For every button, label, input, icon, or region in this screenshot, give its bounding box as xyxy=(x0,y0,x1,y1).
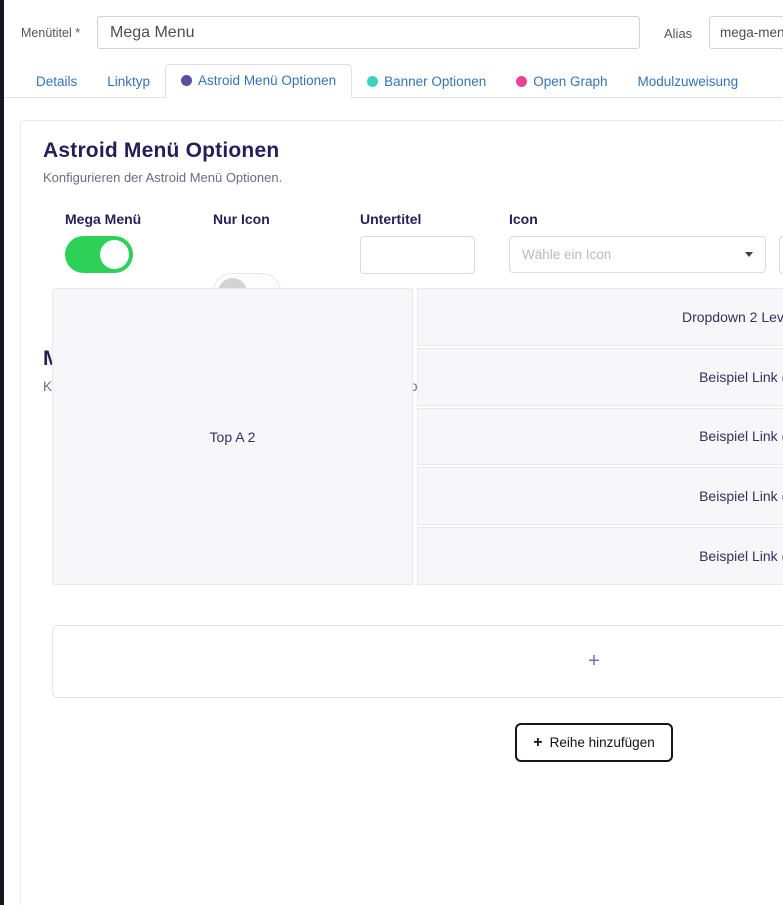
panel-subtitle: Konfigurieren der Astroid Menü Optionen. xyxy=(43,170,783,185)
icon-select[interactable]: Wähle ein Icon xyxy=(509,236,766,273)
add-row-button[interactable]: + Reihe hinzufügen xyxy=(515,723,672,762)
tab-bar: Details Linktyp Astroid Menü Optionen Ba… xyxy=(0,63,783,98)
parent-item-label: Top A 2 xyxy=(210,429,256,445)
add-cell-dropzone[interactable]: + xyxy=(52,625,783,698)
toggle-knob xyxy=(100,240,129,269)
alias-input[interactable] xyxy=(709,16,783,49)
icon-label: Icon xyxy=(509,211,538,227)
tab-open-graph[interactable]: Open Graph xyxy=(501,66,622,98)
nur-icon-label: Nur Icon xyxy=(213,211,270,227)
add-row-button-label: Reihe hinzufügen xyxy=(550,735,655,750)
tab-modulzuweisung-label: Modulzuweisung xyxy=(638,74,739,89)
collapsed-sidebar-strip xyxy=(0,0,4,905)
untertitel-input[interactable] xyxy=(360,236,475,274)
child-item-label: Beispiel Link (Child Item) xyxy=(699,428,783,444)
child-item-row[interactable]: Beispiel Link (Child Item) xyxy=(417,527,783,585)
tab-banner-optionen[interactable]: Banner Optionen xyxy=(352,66,501,98)
mega-menu-table: Top A 2 Dropdown 2 Level (Child Item) Be… xyxy=(52,288,783,585)
icon-select-placeholder: Wähle ein Icon xyxy=(522,247,611,262)
tab-open-graph-label: Open Graph xyxy=(533,74,607,89)
title-alias-row: Menütitel * Alias xyxy=(0,0,783,60)
tab-astroid-label: Astroid Menü Optionen xyxy=(198,73,336,88)
mega-menu-label: Mega Menü xyxy=(65,211,141,227)
tab-linktyp[interactable]: Linktyp xyxy=(92,66,165,98)
menu-title-label: Menütitel * xyxy=(21,26,80,40)
tab-details[interactable]: Details xyxy=(21,66,92,98)
tab-modulzuweisung[interactable]: Modulzuweisung xyxy=(623,66,754,98)
child-item-row[interactable]: Dropdown 2 Level (Child Item) xyxy=(417,288,783,346)
untertitel-label: Untertitel xyxy=(360,211,421,227)
child-item-label: Beispiel Link (Child Item) xyxy=(699,369,783,385)
child-item-row[interactable]: Beispiel Link (Child Item) xyxy=(417,348,783,406)
plus-icon: + xyxy=(533,735,542,751)
child-item-label: Beispiel Link (Child Item) xyxy=(699,488,783,504)
mega-menu-builder: Top A 2 Dropdown 2 Level (Child Item) Be… xyxy=(52,288,783,762)
menu-title-input[interactable] xyxy=(97,16,640,49)
child-item-row[interactable]: Beispiel Link (Child Item) xyxy=(417,467,783,525)
banner-tab-dot-icon xyxy=(367,76,378,87)
open-graph-tab-dot-icon xyxy=(516,76,527,87)
tab-banner-label: Banner Optionen xyxy=(384,74,486,89)
astroid-tab-dot-icon xyxy=(181,75,192,86)
parent-item-cell[interactable]: Top A 2 xyxy=(52,288,413,585)
chevron-down-icon xyxy=(745,252,753,257)
child-items-column: Dropdown 2 Level (Child Item) Beispiel L… xyxy=(417,288,783,585)
child-item-label: Beispiel Link (Child Item) xyxy=(699,548,783,564)
clipped-field-value[interactable]: K xyxy=(779,236,783,274)
mega-menu-toggle[interactable] xyxy=(65,236,133,273)
button-row: + Reihe hinzufügen xyxy=(52,723,783,762)
tab-linktyp-label: Linktyp xyxy=(107,74,150,89)
tab-details-label: Details xyxy=(36,74,77,89)
panel-title: Astroid Menü Optionen xyxy=(43,139,783,163)
child-item-label: Dropdown 2 Level (Child Item) xyxy=(682,309,783,325)
alias-label: Alias xyxy=(664,26,692,41)
child-item-row[interactable]: Beispiel Link (Child Item) xyxy=(417,408,783,466)
tab-astroid-menu-optionen[interactable]: Astroid Menü Optionen xyxy=(165,64,352,98)
plus-icon: + xyxy=(588,650,600,673)
